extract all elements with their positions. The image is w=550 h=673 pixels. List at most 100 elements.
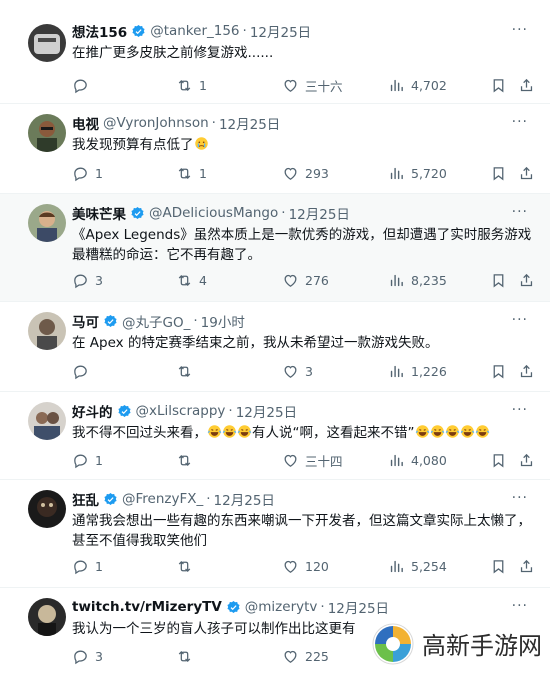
display-name[interactable]: 马可 (72, 311, 99, 331)
display-name[interactable]: 想法156 (72, 21, 127, 41)
bookmark-button[interactable] (490, 558, 507, 575)
display-name[interactable]: twitch.tv/rMizeryTV (72, 599, 222, 615)
tweet-item[interactable]: 想法156 @tanker_156 · 12月25日 在推广更多皮肤之前修复游戏… (0, 0, 550, 104)
bookmark-icon (490, 363, 507, 380)
share-button[interactable] (518, 77, 535, 94)
bookmark-button[interactable] (490, 77, 507, 94)
bookmark-button[interactable] (490, 272, 507, 289)
view-count: 8,235 (411, 272, 447, 288)
like-button[interactable]: 225 (282, 648, 329, 665)
view-count: 4,080 (411, 452, 447, 468)
like-button[interactable]: 120 (282, 558, 329, 575)
retweet-button[interactable] (176, 452, 199, 469)
avatar[interactable] (28, 490, 66, 528)
watermark-text: 高新手游网 (422, 632, 542, 660)
views-button[interactable]: 5,720 (388, 165, 447, 182)
bookmark-button[interactable] (490, 363, 507, 380)
more-options-icon[interactable]: ··· (512, 598, 528, 614)
timestamp[interactable]: 12月25日 (214, 489, 275, 509)
reply-button[interactable]: 1 (72, 558, 103, 575)
views-button[interactable]: 4,702 (388, 77, 447, 94)
views-button[interactable]: 8,235 (388, 272, 447, 289)
share-button[interactable] (518, 165, 535, 182)
bookmark-button[interactable] (490, 165, 507, 182)
handle[interactable]: @ADeliciousMango (149, 205, 278, 221)
more-options-icon[interactable]: ··· (512, 22, 528, 38)
bookmark-button[interactable] (490, 452, 507, 469)
timestamp[interactable]: 19小时 (201, 311, 245, 331)
tweet-item[interactable]: 好斗的 @xLilscrappy · 12月25日 我不得不回过头来看， 有人说“… (0, 392, 550, 480)
share-button[interactable] (518, 272, 535, 289)
like-button[interactable]: 3 (282, 363, 313, 380)
retweet-button[interactable]: 4 (176, 272, 207, 289)
reply-button[interactable]: 1 (72, 452, 103, 469)
like-button[interactable]: 三十六 (282, 76, 343, 95)
tweet-item[interactable]: 美味芒果 @ADeliciousMango · 12月25日 《Apex Leg… (0, 194, 550, 302)
timestamp[interactable]: 12月25日 (289, 203, 350, 223)
laughing-emoji-icon (207, 424, 222, 439)
more-options-icon[interactable]: ··· (512, 490, 528, 506)
like-button[interactable]: 276 (282, 272, 329, 289)
like-button[interactable]: 三十四 (282, 451, 343, 470)
handle[interactable]: @tanker_156 (150, 23, 239, 39)
avatar[interactable] (28, 402, 66, 440)
retweet-button[interactable] (176, 363, 199, 380)
display-name[interactable]: 美味芒果 (72, 203, 126, 223)
views-button[interactable]: 5,254 (388, 558, 447, 575)
reply-button[interactable] (72, 363, 95, 380)
timestamp[interactable]: 12月25日 (250, 21, 311, 41)
handle[interactable]: @FrenzyFX_ (122, 491, 203, 507)
view-count: 4,702 (411, 77, 447, 93)
retweet-button[interactable]: 1 (176, 165, 207, 182)
tweet-item[interactable]: 电视 @VyronJohnson · 12月25日 我发现预算有点低了 ··· … (0, 104, 550, 194)
views-icon (388, 558, 405, 575)
views-icon (388, 452, 405, 469)
more-options-icon[interactable]: ··· (512, 114, 528, 130)
bookmark-icon (490, 452, 507, 469)
share-button[interactable] (518, 363, 535, 380)
reply-icon (72, 363, 89, 380)
avatar[interactable] (28, 598, 66, 636)
reply-button[interactable] (72, 77, 95, 94)
tweet-text: 通常我会想出一些有趣的东西来嘲讽一下开发者，但这篇文章实际上太懒了，甚至不值得我… (72, 513, 531, 549)
avatar[interactable] (28, 114, 66, 152)
reply-button[interactable]: 3 (72, 272, 103, 289)
views-button[interactable]: 4,080 (388, 452, 447, 469)
laughing-emoji-icon (222, 424, 237, 439)
avatar[interactable] (28, 312, 66, 350)
views-icon (388, 272, 405, 289)
handle[interactable]: @VyronJohnson (103, 115, 209, 131)
like-count: 3 (305, 363, 313, 379)
timestamp[interactable]: 12月25日 (236, 401, 297, 421)
avatar[interactable] (28, 204, 66, 242)
retweet-button[interactable]: 1 (176, 77, 207, 94)
share-icon (518, 165, 535, 182)
retweet-icon (176, 558, 193, 575)
share-button[interactable] (518, 558, 535, 575)
like-button[interactable]: 293 (282, 165, 329, 182)
reply-button[interactable]: 1 (72, 165, 103, 182)
tweet-text: 在推广更多皮肤之前修复游戏...... (72, 45, 274, 61)
more-options-icon[interactable]: ··· (512, 402, 528, 418)
reply-button[interactable]: 3 (72, 648, 103, 665)
handle[interactable]: @丸子GO_ (122, 311, 190, 331)
heart-icon (282, 648, 299, 665)
display-name[interactable]: 狂乱 (72, 489, 99, 509)
display-name[interactable]: 电视 (72, 113, 99, 133)
avatar[interactable] (28, 24, 66, 62)
handle[interactable]: @mizerytv (245, 599, 318, 615)
more-options-icon[interactable]: ··· (512, 312, 528, 328)
views-button[interactable]: 1,226 (388, 363, 447, 380)
retweet-button[interactable] (176, 648, 199, 665)
handle[interactable]: @xLilscrappy (136, 403, 226, 419)
tweet-text: 《Apex Legends》虽然本质上是一款优秀的游戏，但却遭遇了实时服务游戏最… (72, 227, 532, 263)
display-name[interactable]: 好斗的 (72, 401, 113, 421)
retweet-button[interactable] (176, 558, 199, 575)
verified-badge-icon (130, 206, 145, 221)
like-count: 276 (305, 272, 329, 288)
share-button[interactable] (518, 452, 535, 469)
timestamp[interactable]: 12月25日 (219, 113, 280, 133)
more-options-icon[interactable]: ··· (512, 204, 528, 220)
tweet-item[interactable]: 马可 @丸子GO_ · 19小时 在 Apex 的特定赛季结束之前，我从未希望过… (0, 302, 550, 392)
tweet-item[interactable]: 狂乱 @FrenzyFX_ · 12月25日 通常我会想出一些有趣的东西来嘲讽一… (0, 480, 550, 588)
